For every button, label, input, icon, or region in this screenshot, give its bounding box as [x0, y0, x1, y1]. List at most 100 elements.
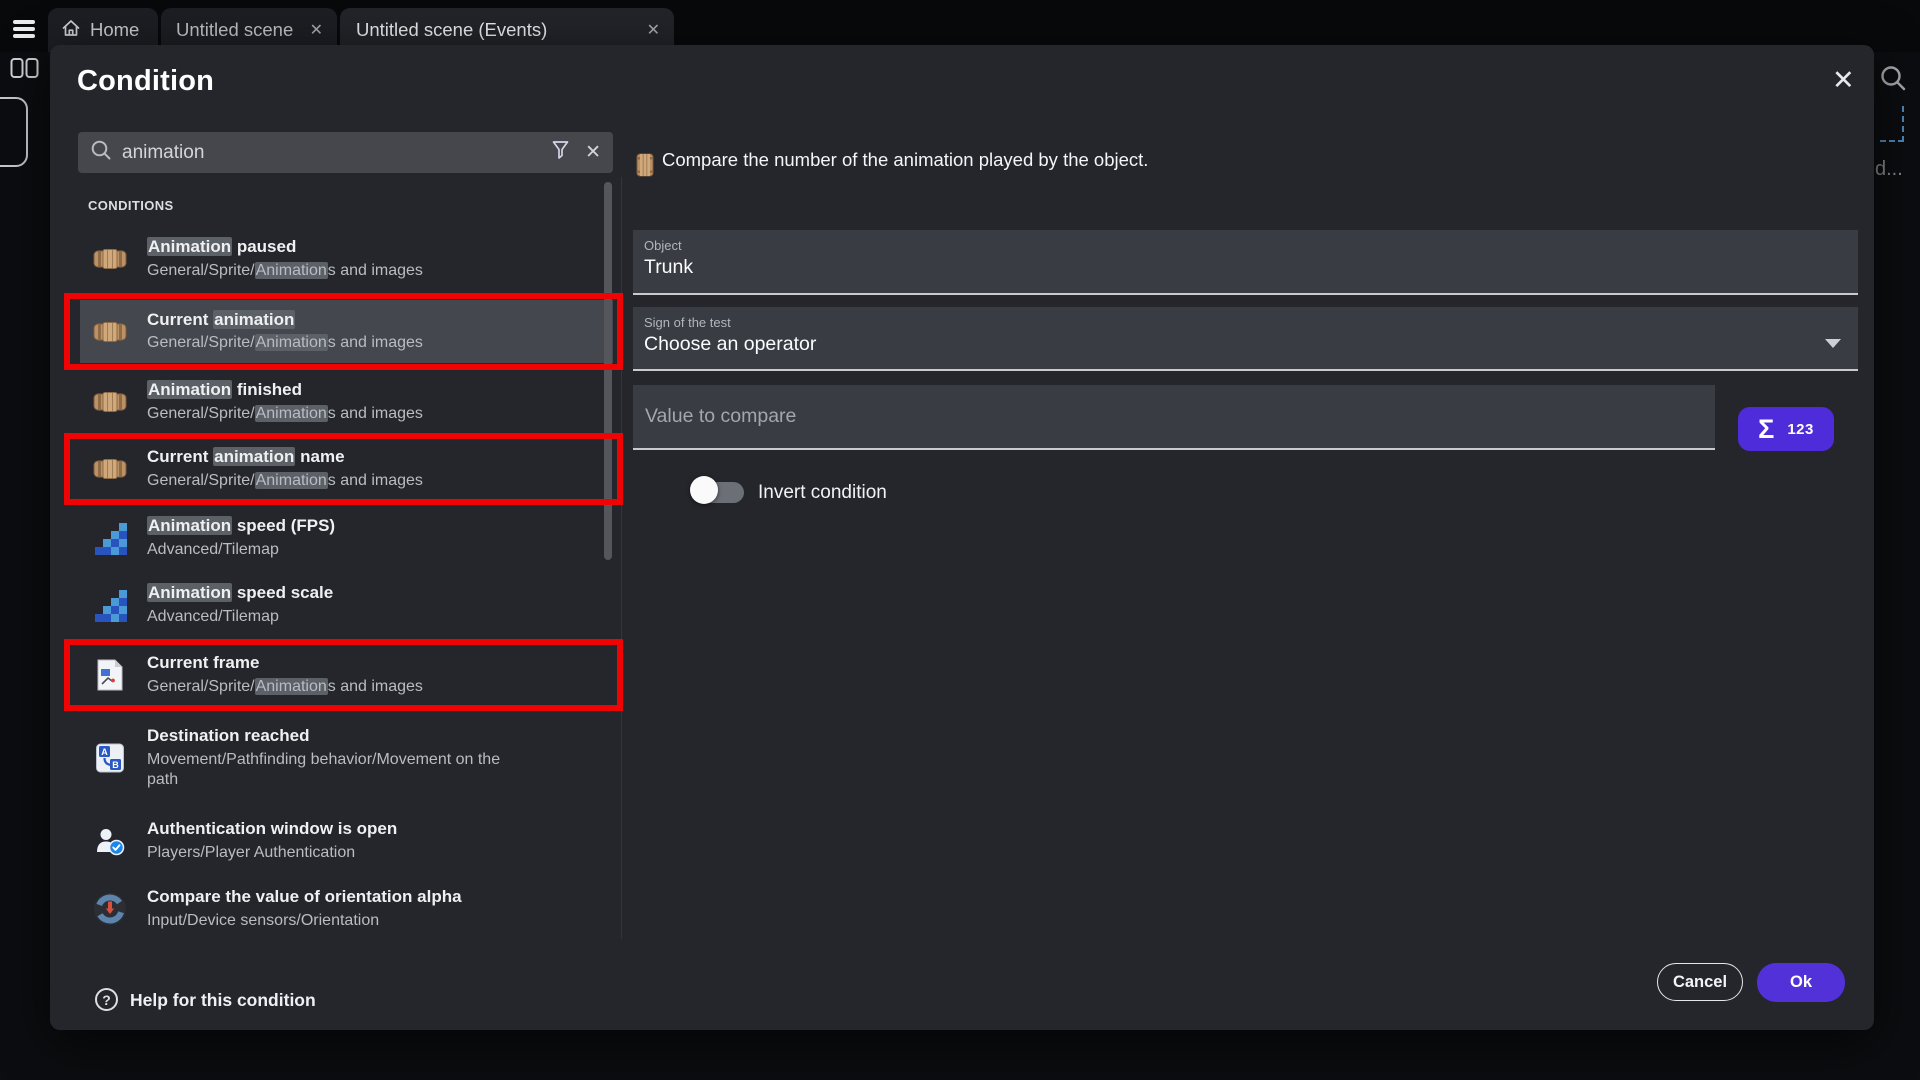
search-input[interactable] [122, 142, 552, 164]
close-tab-icon[interactable]: ✕ [647, 20, 660, 40]
condition-item-path: General/Sprite/Animations and images [147, 471, 423, 492]
condition-item-path: Input/Device sensors/Orientation [147, 911, 462, 930]
hamburger-menu-icon[interactable] [13, 20, 35, 39]
field-placeholder: Value to compare [645, 405, 796, 428]
condition-list-item[interactable]: AB Destination reached Movement/Pathfindin… [80, 714, 613, 802]
search-icon [90, 139, 112, 166]
value-to-compare-input[interactable]: Value to compare [633, 385, 1715, 450]
condition-item-title: Current frame [147, 652, 423, 674]
pathfinding-icon: AB [88, 742, 132, 774]
tab-label: Untitled scene (Events) [356, 19, 547, 41]
film-reel-icon [88, 248, 132, 270]
text-part: Compare the value of orientation alpha [147, 887, 462, 906]
condition-list-item[interactable]: Current animation nameGeneral/Sprite/Ani… [80, 440, 613, 498]
cancel-button[interactable]: Cancel [1657, 963, 1743, 1001]
text-part: General/Sprite/ [147, 405, 255, 422]
condition-list-item[interactable]: Compare the value of orientation alpha In… [80, 880, 613, 930]
list-scrollbar[interactable] [604, 182, 612, 560]
search-match-highlight: animation [213, 310, 295, 329]
toggle-knob [690, 476, 718, 504]
chevron-down-icon[interactable] [1825, 339, 1841, 348]
text-part: s and images [328, 405, 423, 422]
condition-list-item[interactable]: Animation speed scale Advanced/Tilemap [80, 576, 613, 634]
svg-text:A: A [101, 747, 108, 757]
condition-type-icon [635, 153, 655, 182]
condition-dialog: Condition ✕ ✕ CONDITIONS Animation pause… [50, 45, 1874, 1030]
numbers-badge: 123 [1787, 421, 1814, 438]
condition-item-title: Animation finished [147, 379, 423, 401]
condition-item-title: Current animation [147, 309, 423, 331]
tilemap-icon [88, 522, 132, 555]
ok-button[interactable]: Ok [1757, 963, 1845, 1002]
text-part: General/Sprite/ [147, 472, 255, 489]
condition-item-path: General/Sprite/Animations and images [147, 677, 423, 698]
condition-item-title: Destination reached [147, 725, 500, 747]
object-field[interactable]: Object Trunk [633, 230, 1858, 295]
text-part: name [295, 447, 344, 466]
condition-list-item[interactable]: Animation speed (FPS) Advanced/Tilemap [80, 509, 613, 567]
condition-item-path: General/Sprite/Animations and images [147, 261, 423, 282]
condition-item-path: General/Sprite/Animations and images [147, 404, 423, 425]
condition-item-title: Authentication window is open [147, 818, 397, 840]
condition-list-item[interactable]: Animation paused General/Sprite/Animation… [80, 230, 613, 288]
home-icon [61, 18, 81, 43]
help-icon[interactable]: ? [95, 988, 118, 1011]
truncated-background-text: d... [1875, 158, 1903, 181]
condition-item-title: Animation speed scale [147, 582, 333, 604]
condition-item-path: Players/Player Authentication [147, 843, 397, 864]
condition-item-text: Animation finished General/Sprite/Animati… [147, 379, 423, 425]
search-match-highlight: Animation [147, 380, 232, 399]
invert-condition-toggle[interactable] [690, 475, 752, 507]
condition-search-box: ✕ [78, 132, 613, 173]
background-panel-fragment [0, 97, 28, 167]
text-part: paused [232, 237, 296, 256]
condition-list-item[interactable]: Animation finished General/Sprite/Animati… [80, 373, 613, 431]
expression-editor-button[interactable]: Σ 123 [1738, 407, 1834, 451]
condition-item-path: Movement/Pathfinding behavior/Movement o… [147, 750, 500, 792]
clear-search-icon[interactable]: ✕ [585, 141, 601, 164]
condition-item-text: Animation speed scale Advanced/Tilemap [147, 582, 333, 628]
help-link[interactable]: Help for this condition [130, 990, 316, 1011]
text-part: General/Sprite/ [147, 262, 255, 279]
condition-list-item[interactable]: Current animationGeneral/Sprite/Animatio… [80, 300, 613, 363]
condition-item-path: Advanced/Tilemap [147, 540, 335, 561]
panels-icon [10, 56, 40, 85]
condition-item-title: Compare the value of orientation alpha [147, 886, 462, 908]
search-match-highlight: Animation [147, 516, 232, 535]
search-match-highlight: Animation [147, 583, 232, 602]
tab-label: Home [90, 19, 139, 41]
film-reel-icon [88, 321, 132, 343]
condition-list-item[interactable]: Current frame General/Sprite/Animations a… [80, 646, 613, 704]
text-part: speed (FPS) [232, 516, 335, 535]
svg-text:B: B [112, 760, 119, 770]
text-part: Current [147, 310, 213, 329]
text-part: Current [147, 447, 213, 466]
drop-target-dashed-border [1902, 106, 1904, 142]
search-match-highlight: Animation [255, 678, 328, 695]
search-icon[interactable] [1879, 64, 1907, 97]
search-match-highlight: Animation [255, 472, 328, 489]
text-part: Movement/Pathfinding behavior/Movement o… [147, 751, 500, 789]
film-reel-icon [88, 458, 132, 480]
text-part: Advanced/Tilemap [147, 608, 279, 625]
film-reel-icon [88, 391, 132, 413]
operator-select[interactable]: Sign of the test Choose an operator [633, 307, 1858, 371]
search-match-highlight: Animation [147, 237, 232, 256]
condition-description: Compare the number of the animation play… [662, 149, 1642, 171]
text-part: General/Sprite/ [147, 334, 255, 351]
field-label: Sign of the test [644, 315, 1858, 330]
condition-list-item[interactable]: Authentication window is open Players/Pla… [80, 812, 613, 870]
text-part: Current frame [147, 653, 259, 672]
condition-item-text: Compare the value of orientation alpha In… [147, 886, 462, 930]
screen: Home Untitled scene ✕ Untitled scene (Ev… [0, 0, 1920, 1080]
search-match-highlight: Animation [255, 405, 328, 422]
filter-icon[interactable] [552, 140, 569, 165]
search-match-highlight: Animation [255, 262, 328, 279]
text-part: s and images [328, 262, 423, 279]
close-dialog-icon[interactable]: ✕ [1832, 67, 1855, 94]
condition-item-title: Animation paused [147, 236, 423, 258]
field-value: Trunk [644, 256, 1858, 279]
tilemap-icon [88, 589, 132, 622]
dialog-title: Condition [77, 65, 214, 98]
close-tab-icon[interactable]: ✕ [310, 20, 323, 40]
